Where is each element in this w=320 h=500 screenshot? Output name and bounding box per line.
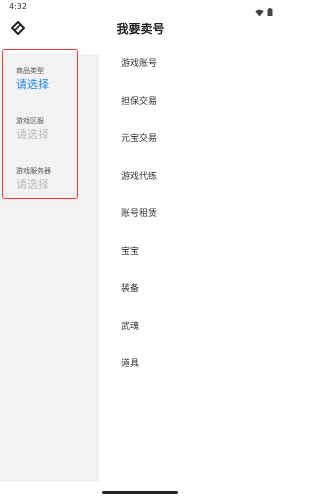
filter-label: 游戏区服 (16, 117, 44, 125)
category-item-escrow-trade[interactable]: 担保交易 (121, 96, 157, 108)
filter-select-game-region[interactable]: 请选择 (16, 128, 49, 142)
status-bar: 4:32 (0, 0, 281, 17)
page-title: 我要卖号 (116, 22, 165, 36)
category-item-account-rental[interactable]: 账号租赁 (121, 208, 157, 220)
home-indicator[interactable] (102, 491, 178, 494)
category-item-ingot-trade[interactable]: 元宝交易 (121, 133, 157, 145)
category-list: 游戏账号 担保交易 元宝交易 游戏代练 账号租赁 宝宝 装备 武魂 道具 (99, 46, 281, 500)
sell-account-screen: 4:32 我要卖号 商品类型 请选择 游戏区服 请选择 游戏服务器 请选择 游戏… (0, 0, 281, 500)
filter-game-server[interactable]: 游戏服务器 请选择 (16, 166, 51, 192)
filter-label: 游戏服务器 (16, 167, 51, 175)
category-item-equipment[interactable]: 装备 (121, 283, 139, 295)
gesture-nav-bar (0, 482, 281, 500)
category-item-game-account[interactable]: 游戏账号 (121, 58, 157, 70)
filter-select-product-type[interactable]: 请选择 (16, 78, 49, 92)
filter-label: 商品类型 (16, 67, 44, 75)
app-header: 我要卖号 (0, 16, 281, 46)
filter-product-type[interactable]: 商品类型 请选择 (16, 66, 49, 92)
filter-select-game-server[interactable]: 请选择 (16, 178, 51, 192)
category-item-pet[interactable]: 宝宝 (121, 246, 139, 258)
status-time: 4:32 (9, 2, 27, 11)
category-item-power-leveling[interactable]: 游戏代练 (121, 171, 157, 183)
filter-game-region[interactable]: 游戏区服 请选择 (16, 116, 49, 142)
category-item-props[interactable]: 道具 (121, 358, 139, 370)
category-item-war-soul[interactable]: 武魂 (121, 321, 139, 333)
filter-panel: 商品类型 请选择 游戏区服 请选择 游戏服务器 请选择 (0, 46, 99, 500)
